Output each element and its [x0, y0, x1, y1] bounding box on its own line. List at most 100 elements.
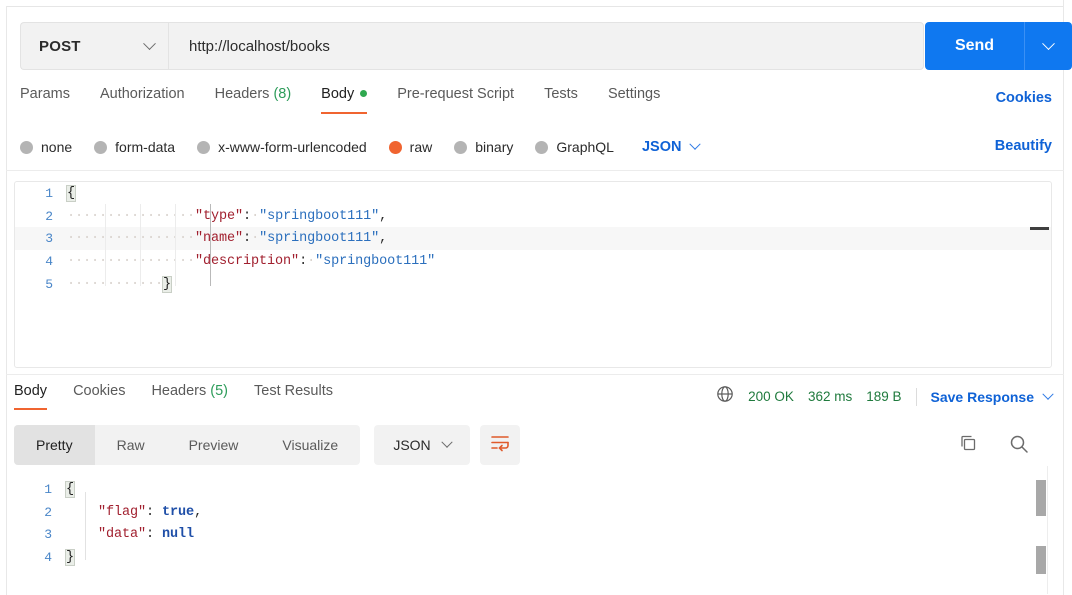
beautify-button[interactable]: Beautify [995, 138, 1052, 154]
response-scrollbar-thumb[interactable] [1036, 480, 1046, 516]
request-tab-authorization[interactable]: Authorization [100, 86, 185, 110]
section-divider [6, 170, 1064, 171]
code-token: } [162, 275, 173, 293]
chevron-down-icon [441, 436, 453, 448]
send-options-button[interactable] [1024, 22, 1072, 70]
request-tab-headers[interactable]: Headers (8) [215, 86, 292, 110]
response-tab-test-results[interactable]: Test Results [254, 383, 333, 407]
response-body-code[interactable]: 1{2 "flag": true, 3 "data": null 4} [0, 478, 1030, 569]
request-tab-settings[interactable]: Settings [608, 86, 660, 110]
tab-label: Headers [151, 383, 207, 399]
http-method-selector[interactable]: POST [20, 22, 168, 70]
indent-guide [105, 204, 106, 286]
code-token: : [299, 253, 308, 269]
url-value: http://localhost/books [189, 37, 330, 55]
raw-format-label: JSON [641, 139, 682, 155]
request-tab-params[interactable]: Params [20, 86, 70, 110]
radio-label: x-www-form-urlencoded [218, 139, 367, 155]
request-tab-body[interactable]: Body [321, 86, 368, 114]
code-token: null [162, 527, 195, 543]
response-scrollbar-thumb[interactable] [1036, 546, 1046, 574]
code-token: } [64, 548, 76, 566]
radio-label: GraphQL [556, 139, 614, 155]
response-scrollbar-track[interactable] [1047, 466, 1048, 594]
response-format-label: JSON [393, 437, 431, 453]
body-type-raw[interactable]: raw [388, 139, 432, 155]
body-type-binary[interactable]: binary [454, 139, 513, 155]
tab-label: Test Results [254, 383, 333, 399]
tab-label: Authorization [99, 86, 185, 102]
code-token: · [307, 253, 316, 269]
chevron-down-icon [143, 36, 156, 50]
chevron-down-icon [689, 138, 702, 150]
tab-label: Tests [544, 86, 578, 102]
response-time: 362 ms [807, 389, 853, 404]
request-tab-tests[interactable]: Tests [544, 86, 578, 110]
tab-label: Headers [214, 86, 270, 102]
response-view-raw[interactable]: Raw [95, 425, 167, 465]
response-status: 200 OK [748, 389, 794, 404]
body-type-x-www-form-urlencoded[interactable]: x-www-form-urlencoded [197, 139, 367, 155]
tab-label: Body [321, 86, 355, 102]
copy-button[interactable] [958, 433, 980, 460]
code-token: "springboot111" [259, 208, 380, 224]
code-token: : [146, 527, 163, 543]
radio-icon [454, 140, 468, 154]
save-response-button[interactable]: Save Response [931, 389, 1035, 405]
word-wrap-toggle[interactable] [480, 425, 520, 465]
send-button[interactable]: Send [925, 22, 1024, 70]
code-line: 2 ················"type":·"springboot111"… [15, 205, 1051, 228]
response-format-selector[interactable]: JSON [374, 425, 470, 465]
line-number: 4 [45, 253, 53, 269]
code-content: ············} [67, 275, 173, 293]
request-tabs: Params Authorization Headers (8) Body Pre-re… [20, 86, 690, 118]
request-code-area[interactable]: 1{2 ················"type":·"springboot11… [15, 182, 1051, 367]
search-button[interactable] [1008, 433, 1030, 460]
body-type-none[interactable]: none [20, 139, 72, 155]
chevron-down-icon[interactable] [1042, 388, 1054, 400]
code-token: true [162, 504, 195, 520]
postman-request-response-pane: POST http://localhost/books Send Params A… [0, 0, 1072, 595]
radio-label: binary [475, 139, 514, 155]
url-input[interactable]: http://localhost/books [168, 22, 924, 70]
code-line: 4 ················"description":·"springb… [15, 250, 1051, 273]
radio-label: none [41, 139, 73, 155]
line-number: 1 [45, 185, 53, 201]
response-view-pretty[interactable]: Pretty [14, 425, 95, 465]
response-view-preview[interactable]: Preview [167, 425, 261, 465]
code-line: 3 "data": null [0, 523, 1030, 546]
right-border [1063, 0, 1064, 595]
http-method-label: POST [39, 37, 81, 55]
request-body-editor[interactable]: 1{2 ················"type":·"springboot11… [14, 181, 1052, 368]
response-view-visualize[interactable]: Visualize [260, 425, 360, 465]
raw-format-selector[interactable]: JSON [641, 138, 702, 155]
code-content: ················"description":·"springbo… [67, 254, 435, 269]
response-tab-body[interactable]: Body [14, 383, 48, 410]
response-tab-headers[interactable]: Headers (5) [151, 383, 228, 407]
code-line: 3 ················"name":·"springboot111"… [15, 227, 1051, 251]
tab-label: Params [20, 86, 70, 102]
response-tabs: Body Cookies Headers (5) Test Results [14, 383, 359, 410]
tab-label: Pre-request Script [397, 86, 515, 102]
body-type-radio-group: none form-data x-www-form-urlencoded raw bin… [20, 134, 702, 160]
code-token: , [379, 231, 388, 247]
line-number: 2 [44, 504, 52, 520]
horizontal-scrollbar-thumb[interactable] [1030, 227, 1049, 230]
chevron-down-icon [1042, 36, 1055, 50]
code-content: } [64, 548, 76, 566]
indent-guide-active [210, 204, 211, 286]
response-tab-cookies[interactable]: Cookies [73, 383, 125, 407]
body-type-graphql[interactable]: GraphQL [535, 139, 614, 155]
code-token: { [64, 480, 76, 498]
code-content: { [64, 480, 76, 498]
radio-label: form-data [115, 139, 176, 155]
body-type-form-data[interactable]: form-data [94, 139, 175, 155]
tab-label: Body [14, 383, 48, 399]
tab-count: (5) [206, 383, 229, 399]
cookies-link[interactable]: Cookies [996, 90, 1052, 106]
radio-icon [535, 140, 549, 154]
request-tab-pre-request-script[interactable]: Pre-request Script [397, 86, 514, 110]
code-token: : [243, 208, 252, 224]
globe-icon [716, 385, 734, 408]
top-divider [6, 6, 1064, 7]
